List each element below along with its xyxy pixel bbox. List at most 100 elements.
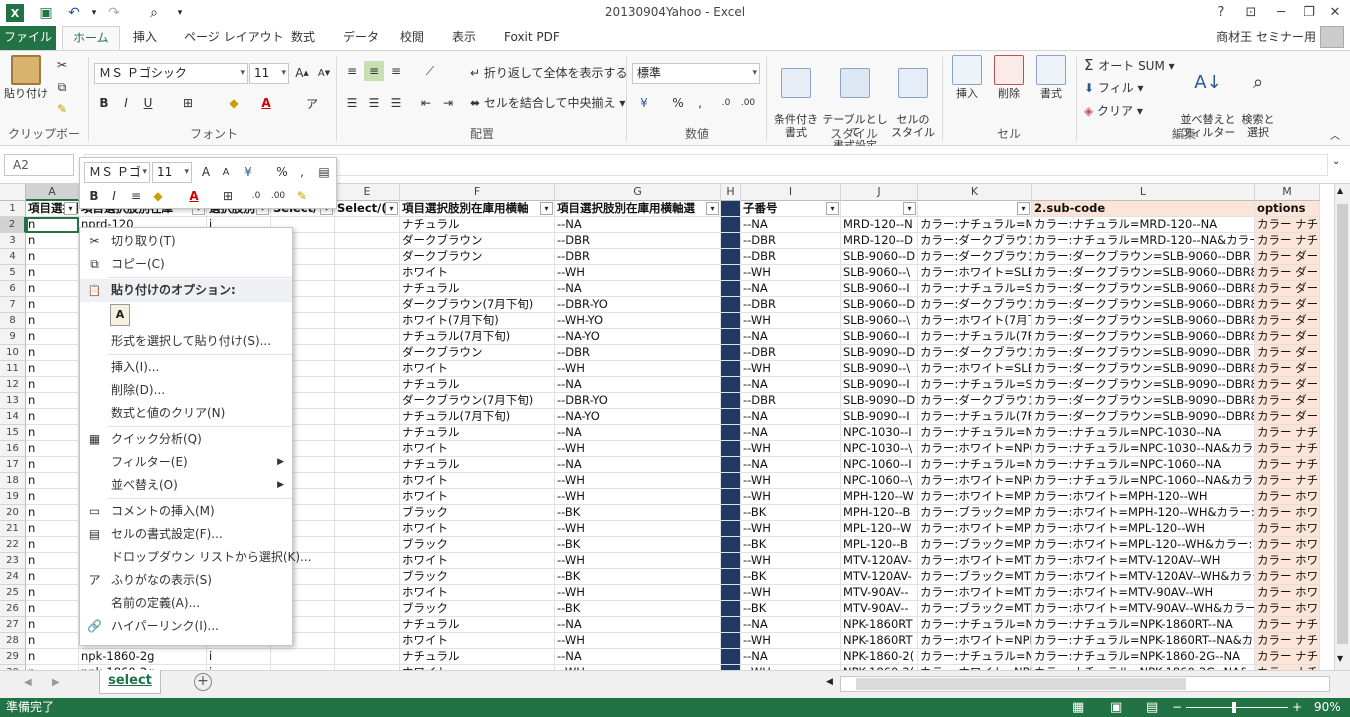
- italic-icon[interactable]: I: [104, 186, 124, 206]
- grid-cell[interactable]: --WH: [555, 585, 721, 601]
- delete-cells-button[interactable]: 削除: [990, 55, 1028, 100]
- increase-indent-icon[interactable]: ⇥: [438, 93, 458, 113]
- grid-cell[interactable]: ナチュラル(7月下旬): [400, 329, 555, 345]
- row-header[interactable]: 8: [0, 313, 26, 329]
- grid-cell[interactable]: [335, 537, 400, 553]
- grid-cell[interactable]: --NA: [555, 281, 721, 297]
- grid-cell[interactable]: SLB-9060--I: [841, 281, 918, 297]
- grid-cell[interactable]: ダークブラウン: [400, 345, 555, 361]
- grid-cell[interactable]: --NA: [741, 425, 841, 441]
- menu-item-define-name[interactable]: 名前の定義(A)...: [80, 592, 292, 615]
- grid-cell[interactable]: カラー:ナチュラル(7F: [918, 329, 1032, 345]
- close-icon[interactable]: ✕: [1318, 0, 1350, 24]
- grid-cell[interactable]: --DBR-YO: [555, 297, 721, 313]
- grid-cell[interactable]: --WH: [741, 585, 841, 601]
- accounting-format-icon[interactable]: ¥: [634, 93, 654, 113]
- menu-item-filter[interactable]: フィルター(E) ▶: [80, 451, 292, 474]
- grid-cell[interactable]: ナチュラル: [400, 377, 555, 393]
- undo-dropdown-icon[interactable]: ▾: [84, 3, 104, 23]
- grid-cell[interactable]: --NA: [741, 281, 841, 297]
- scroll-down-icon[interactable]: ▼: [1337, 654, 1343, 663]
- grid-cell[interactable]: n: [26, 425, 79, 441]
- align-center-icon[interactable]: ≡: [126, 186, 146, 206]
- grid-cell[interactable]: カラー:ナチュラル(7F: [918, 409, 1032, 425]
- grid-cell[interactable]: [335, 249, 400, 265]
- grid-cell[interactable]: n: [26, 569, 79, 585]
- grid-cell[interactable]: ブラック: [400, 505, 555, 521]
- row-header[interactable]: 2: [0, 217, 26, 233]
- scroll-thumb[interactable]: [1337, 204, 1348, 644]
- grid-cell[interactable]: --NA: [741, 329, 841, 345]
- grid-cell[interactable]: カラー:ダークブラウン=SLB-9090--DBR8: [1032, 361, 1255, 377]
- grid-cell[interactable]: カラー:ナチュラル=SL: [918, 281, 1032, 297]
- grid-cell[interactable]: カラー:ダークブラウン: [918, 249, 1032, 265]
- grid-cell[interactable]: カラー ホワ: [1255, 505, 1320, 521]
- row-header[interactable]: 6: [0, 281, 26, 297]
- grid-cell[interactable]: ナチュラル: [400, 281, 555, 297]
- row-header[interactable]: 29: [0, 649, 26, 665]
- grid-cell[interactable]: MPH-120--B: [841, 505, 918, 521]
- grid-cell[interactable]: カラー:ダークブラウン: [918, 297, 1032, 313]
- grid-cell[interactable]: カラー:ブラック=MTV-: [918, 569, 1032, 585]
- grid-cell[interactable]: カラー ホワ: [1255, 585, 1320, 601]
- filter-dropdown-icon[interactable]: ▾: [1017, 202, 1030, 215]
- grid-cell[interactable]: ホワイト: [400, 361, 555, 377]
- grid-cell[interactable]: カラー:ホワイト=MPL-120--WH&カラー:ブ: [1032, 537, 1255, 553]
- grid-cell[interactable]: MTV-120AV-: [841, 569, 918, 585]
- grid-cell[interactable]: カラー ホワ: [1255, 601, 1320, 617]
- normal-view-icon[interactable]: ▦: [1072, 698, 1084, 717]
- grid-cell[interactable]: カラー:ダークブラウン=SLB-9090--DBR8: [1032, 409, 1255, 425]
- grid-cell[interactable]: n: [26, 441, 79, 457]
- percent-icon[interactable]: %: [272, 162, 292, 182]
- grid-cell[interactable]: [721, 425, 741, 441]
- row-header[interactable]: 23: [0, 553, 26, 569]
- customize-qat-icon[interactable]: ▾: [170, 3, 190, 23]
- grid-cell[interactable]: ナチュラル: [400, 425, 555, 441]
- grid-cell[interactable]: ダークブラウン: [400, 249, 555, 265]
- grid-cell[interactable]: [721, 345, 741, 361]
- grid-cell[interactable]: --WH: [741, 441, 841, 457]
- grid-cell[interactable]: SLB-9060--I: [841, 329, 918, 345]
- grid-cell[interactable]: SLB-9060--\: [841, 313, 918, 329]
- grid-cell[interactable]: n: [26, 345, 79, 361]
- grid-cell[interactable]: --WH: [555, 265, 721, 281]
- border-icon[interactable]: ⊞: [178, 93, 198, 113]
- grid-cell[interactable]: カラー:ホワイト=MTV-: [918, 585, 1032, 601]
- grid-cell[interactable]: カラー:ホワイト=NPK-: [918, 633, 1032, 649]
- grid-cell[interactable]: ホワイト: [400, 633, 555, 649]
- select-all-corner[interactable]: [0, 184, 26, 201]
- sheet-prev-icon[interactable]: ◀: [24, 677, 32, 688]
- row-header[interactable]: 20: [0, 505, 26, 521]
- grid-cell[interactable]: カラー:ホワイト=MTV-: [918, 553, 1032, 569]
- grid-cell[interactable]: カラー ナチ: [1255, 425, 1320, 441]
- header-cell[interactable]: 項目選択肢別在庫用横軸選: [555, 201, 721, 217]
- align-top-icon[interactable]: ≡: [342, 61, 362, 81]
- grid-cell[interactable]: [721, 617, 741, 633]
- paste-button[interactable]: 貼り付け: [4, 55, 48, 100]
- grid-cell[interactable]: カラー:ホワイト=MPH-: [918, 489, 1032, 505]
- tab-review[interactable]: 校閲: [390, 26, 434, 50]
- orientation-icon[interactable]: ⟋: [420, 61, 440, 81]
- row-header[interactable]: 25: [0, 585, 26, 601]
- column-header-f[interactable]: F: [400, 184, 555, 201]
- grid-cell[interactable]: --WH: [555, 361, 721, 377]
- grid-cell[interactable]: ダークブラウン(7月下旬): [400, 393, 555, 409]
- column-header-k[interactable]: K: [918, 184, 1032, 201]
- grid-cell[interactable]: n: [26, 601, 79, 617]
- grid-cell[interactable]: n: [26, 233, 79, 249]
- grid-cell[interactable]: --NA: [741, 409, 841, 425]
- tab-home[interactable]: ホーム: [62, 26, 120, 50]
- ribbon-display-icon[interactable]: ⊡: [1234, 0, 1268, 24]
- format-table-icon[interactable]: ▤: [314, 162, 334, 182]
- grid-cell[interactable]: [335, 329, 400, 345]
- wrap-text-button[interactable]: ↵ 折り返して全体を表示する: [470, 63, 628, 83]
- page-break-view-icon[interactable]: ▤: [1146, 698, 1158, 717]
- grid-cell[interactable]: [721, 521, 741, 537]
- grid-cell[interactable]: カラー:ナチュラル=MRD-120--NA&カラー: [1032, 233, 1255, 249]
- grid-cell[interactable]: --NA: [741, 617, 841, 633]
- shrink-font-icon[interactable]: A ▼: [314, 63, 334, 83]
- grid-cell[interactable]: カラー:ナチュラル=NPK-1860RT--NA: [1032, 617, 1255, 633]
- grid-cell[interactable]: カラー:ホワイト=MPH-120--WH: [1032, 489, 1255, 505]
- grow-font-icon[interactable]: A: [196, 162, 216, 182]
- help-icon[interactable]: ?: [1204, 0, 1238, 24]
